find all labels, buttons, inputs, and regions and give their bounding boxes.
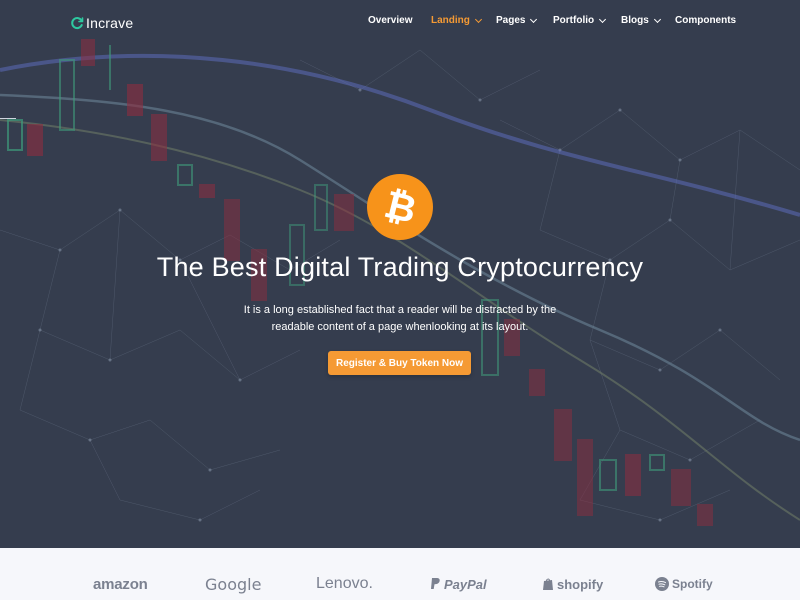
chevron-down-icon: [530, 15, 538, 24]
nav-label: Landing: [431, 15, 470, 26]
paypal-logo-text: PayPal: [444, 576, 487, 592]
shopify-logo: shopify: [542, 574, 603, 594]
paypal-logo: PayPal: [429, 574, 487, 594]
bitcoin-glyph: ₿: [379, 181, 421, 233]
amazon-logo-text: amazon: [93, 575, 148, 593]
paypal-icon: [429, 577, 441, 591]
lenovo-logo-text: Lenovo.: [316, 575, 373, 592]
spotify-logo-text: Spotify: [672, 577, 713, 591]
nav-label: Pages: [496, 15, 526, 26]
hero-description-line: It is a long established fact that a rea…: [243, 304, 557, 316]
hero-description-line: readable content of a page whenlooking a…: [271, 321, 529, 333]
nav-label: Portfolio: [553, 15, 595, 26]
shopify-bag-icon: [542, 577, 554, 591]
nav-item-components[interactable]: Components: [675, 15, 736, 26]
top-navbar: Incrave Overview Landing Pages Portfolio…: [0, 0, 800, 44]
client-logos-strip: amazon Google Lenovo. PayPal shopify Spo…: [0, 548, 800, 600]
nav-item-landing[interactable]: Landing: [431, 15, 482, 26]
bitcoin-icon: ₿: [367, 174, 433, 240]
lenovo-logo: Lenovo.: [316, 574, 373, 594]
decorative-line: [0, 118, 16, 119]
hero-title: The Best Digital Trading Cryptocurrency: [156, 252, 644, 282]
spotify-logo: Spotify: [655, 574, 713, 594]
hero-description: It is a long established fact that a rea…: [220, 302, 580, 336]
chevron-down-icon: [474, 15, 482, 24]
amazon-logo: amazon: [93, 574, 148, 594]
google-logo: Google: [205, 574, 261, 594]
incrave-logo-icon: [71, 17, 84, 30]
google-logo-text: Google: [205, 574, 262, 594]
nav-item-portfolio[interactable]: Portfolio: [553, 15, 607, 26]
spotify-icon: [655, 577, 669, 591]
brand-name: Incrave: [86, 15, 134, 31]
register-buy-token-button[interactable]: Register & Buy Token Now: [328, 351, 471, 375]
nav-item-pages[interactable]: Pages: [496, 15, 538, 26]
nav-label: Components: [675, 15, 737, 26]
brand-logo[interactable]: Incrave: [70, 14, 133, 32]
nav-item-overview[interactable]: Overview: [368, 15, 412, 26]
nav-label: Blogs: [621, 15, 649, 26]
shopify-logo-text: shopify: [557, 576, 604, 592]
nav-label: Overview: [368, 15, 413, 26]
nav-item-blogs[interactable]: Blogs: [621, 15, 661, 26]
chevron-down-icon: [653, 15, 661, 24]
chevron-down-icon: [599, 15, 607, 24]
